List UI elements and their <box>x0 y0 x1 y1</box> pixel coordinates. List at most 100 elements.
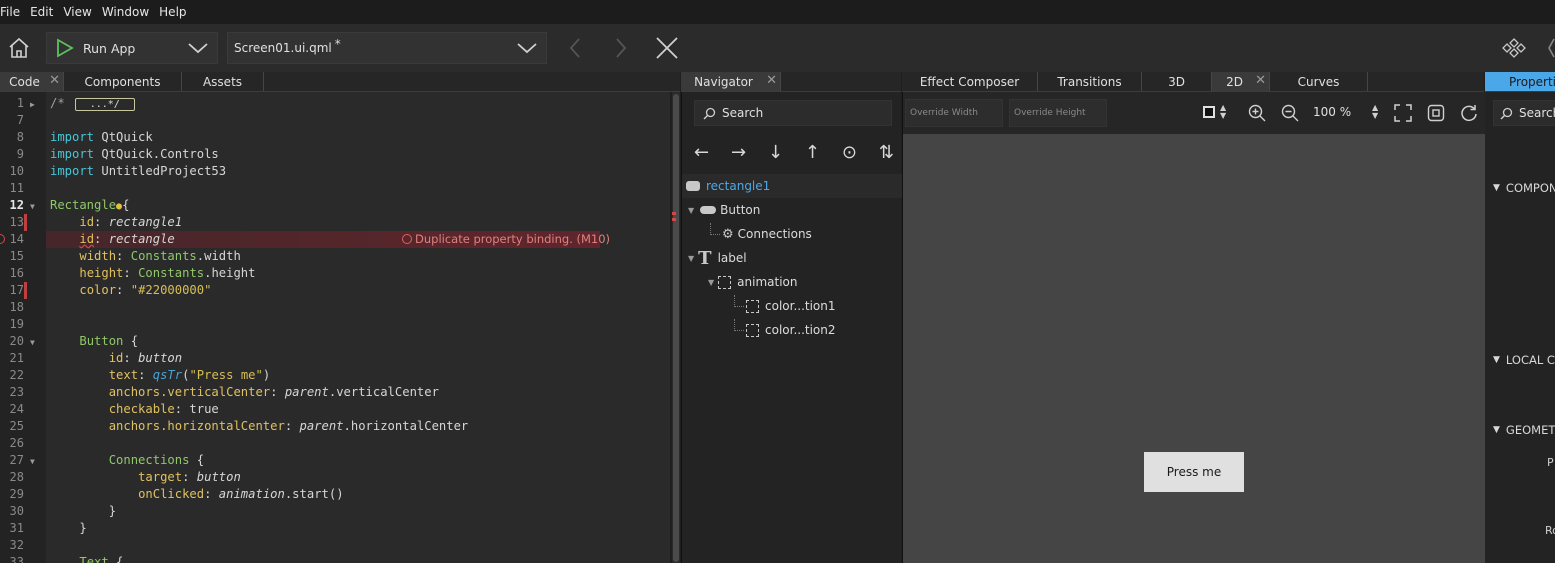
tab-properties[interactable]: Properties <box>1485 72 1555 91</box>
close-document-icon[interactable] <box>655 36 679 60</box>
close-icon[interactable]: ✕ <box>1255 73 1266 88</box>
navigator-item-rectangle1[interactable]: rectangle1 <box>682 174 902 198</box>
move-left-icon[interactable]: ← <box>694 142 709 164</box>
tab-assets[interactable]: Assets <box>182 72 264 91</box>
tab-transitions[interactable]: Transitions <box>1038 72 1142 91</box>
view-2d-toolbar: Override Width Override Height ▲ ▼ 100 % … <box>903 92 1485 134</box>
menu-help[interactable]: Help <box>157 5 192 19</box>
main-toolbar: Run App Screen01.ui.qml * <box>0 24 1555 72</box>
spin-arrows-icon[interactable]: ▲ ▼ <box>1372 104 1378 120</box>
property-label: Ro <box>1545 524 1555 537</box>
play-icon <box>57 38 74 58</box>
fold-arrow-icon[interactable]: ▼ <box>30 338 35 347</box>
expand-arrow-icon[interactable]: ▶ <box>30 100 35 109</box>
section-label: GEOMETRY <box>1505 423 1555 437</box>
navigator-item-button[interactable]: ▼ Button <box>682 198 902 222</box>
line-number: 9 <box>16 147 24 161</box>
code-line: 23 anchors.verticalCenter: parent.vertic… <box>0 384 670 401</box>
tab-navigator[interactable]: Navigator ✕ <box>681 72 781 91</box>
menu-window[interactable]: Window <box>100 5 155 19</box>
move-down-icon[interactable]: ↓ <box>768 142 783 164</box>
fold-arrow-icon[interactable]: ▼ <box>30 457 35 466</box>
tab-code[interactable]: Code ✕ <box>0 72 64 91</box>
chevron-down-icon[interactable] <box>187 41 209 55</box>
tab-effect-composer[interactable]: Effect Composer <box>902 72 1038 91</box>
tab-2d-label: 2D <box>1226 74 1243 89</box>
spin-arrows-icon[interactable]: ▲ ▼ <box>1220 104 1226 120</box>
override-height-input[interactable]: Override Height <box>1009 99 1107 127</box>
move-right-icon[interactable]: → <box>731 142 746 164</box>
code-line: 9 import QtQuick.Controls <box>0 146 670 163</box>
collapsed-comment[interactable]: ...*/ <box>74 98 135 111</box>
document-selector[interactable]: Screen01.ui.qml * <box>227 32 547 64</box>
components-icon[interactable] <box>1502 37 1526 59</box>
fit-selection-icon[interactable] <box>1427 104 1445 122</box>
properties-search-input[interactable]: Search <box>1493 100 1555 126</box>
error-marker <box>672 218 676 221</box>
navigator-item-label[interactable]: ▼ T label <box>682 246 902 270</box>
override-width-input[interactable]: Override Width <box>905 99 1003 127</box>
fit-to-view-icon[interactable] <box>1394 104 1412 122</box>
change-marker <box>24 282 27 299</box>
design-canvas[interactable]: Press me <box>903 134 1485 563</box>
zoom-level[interactable]: 100 % <box>1313 105 1351 119</box>
collapse-arrow-icon[interactable]: ▼ <box>688 206 694 215</box>
back-arrow-icon[interactable] <box>566 36 584 60</box>
reset-view-icon[interactable] <box>1460 104 1478 122</box>
line-number: 27 <box>9 453 24 467</box>
reverse-order-icon[interactable]: ⇅ <box>879 142 894 164</box>
zoom-in-icon[interactable] <box>1248 104 1266 122</box>
section-geometry[interactable]: ▼ GEOMETRY <box>1485 420 1555 440</box>
navigator-item-animation[interactable]: ▼ animation <box>682 270 902 294</box>
lightbulb-icon[interactable]: ● <box>116 201 122 212</box>
navigator-item-connections[interactable]: ⚙ Connections <box>682 222 902 246</box>
section-local-custom-properties[interactable]: ▼ LOCAL CUSTOM PROPERTIES <box>1485 350 1555 370</box>
button-icon <box>700 206 717 214</box>
tab-3d-label: 3D <box>1168 74 1185 89</box>
menu-file[interactable]: File <box>0 5 26 19</box>
expand-icon[interactable] <box>1547 37 1555 59</box>
move-up-icon[interactable]: ↑ <box>805 142 820 164</box>
code-line: 22 text: qsTr("Press me") <box>0 367 670 384</box>
chevron-down-icon[interactable] <box>516 41 538 55</box>
close-icon[interactable]: ✕ <box>49 73 60 88</box>
navigator-item-color-animation1[interactable]: color...tion1 <box>682 294 902 318</box>
line-number: 23 <box>9 385 24 399</box>
line-number: 16 <box>9 266 24 280</box>
code-line: 15 width: Constants.width <box>0 248 670 265</box>
section-component[interactable]: ▼ COMPONENT <box>1485 178 1555 198</box>
navigator-item-color-animation2[interactable]: color...tion2 <box>682 318 902 342</box>
editor-scrollbar[interactable] <box>672 92 680 563</box>
zoom-out-icon[interactable] <box>1281 104 1299 122</box>
home-button[interactable] <box>4 34 34 62</box>
close-icon[interactable]: ✕ <box>766 73 777 88</box>
line-number: 29 <box>9 487 24 501</box>
override-height-placeholder: Override Height <box>1014 108 1086 118</box>
tab-properties-label: Properties <box>1509 74 1555 89</box>
collapse-arrow-icon[interactable]: ▼ <box>688 254 694 263</box>
menu-view[interactable]: View <box>61 5 97 19</box>
code-editor[interactable]: 1 ▶ /* ...*/ 7 8 import QtQuick 9 import … <box>0 92 670 563</box>
line-number: 25 <box>9 419 24 433</box>
code-line: 16 height: Constants.height <box>0 265 670 282</box>
tab-navigator-label: Navigator <box>694 74 753 89</box>
tab-curves[interactable]: Curves <box>1270 72 1368 91</box>
navigator-panel: Search ← → ↓ ↑ ⊙ ⇅ rectangle1 ▼ Button ⚙… <box>681 92 902 563</box>
run-app-dropdown[interactable]: Run App <box>46 32 218 64</box>
document-name: Screen01.ui.qml <box>234 41 332 55</box>
preview-press-me-button[interactable]: Press me <box>1144 452 1244 492</box>
fold-arrow-icon[interactable]: ▼ <box>30 202 35 211</box>
menu-edit[interactable]: Edit <box>28 5 59 19</box>
code-line: 21 id: button <box>0 350 670 367</box>
search-icon <box>1500 107 1513 119</box>
background-color-icon[interactable] <box>1203 106 1215 118</box>
scrollbar-thumb[interactable] <box>673 94 679 562</box>
tab-components[interactable]: Components <box>64 72 182 91</box>
tab-3d[interactable]: 3D <box>1142 72 1212 91</box>
navigator-search-input[interactable]: Search <box>694 100 892 126</box>
visibility-icon[interactable]: ⊙ <box>842 142 857 164</box>
collapse-arrow-icon[interactable]: ▼ <box>708 278 714 287</box>
forward-arrow-icon[interactable] <box>612 36 630 60</box>
tab-2d[interactable]: 2D ✕ <box>1212 72 1270 91</box>
code-line: 29 onClicked: animation.start() <box>0 486 670 503</box>
